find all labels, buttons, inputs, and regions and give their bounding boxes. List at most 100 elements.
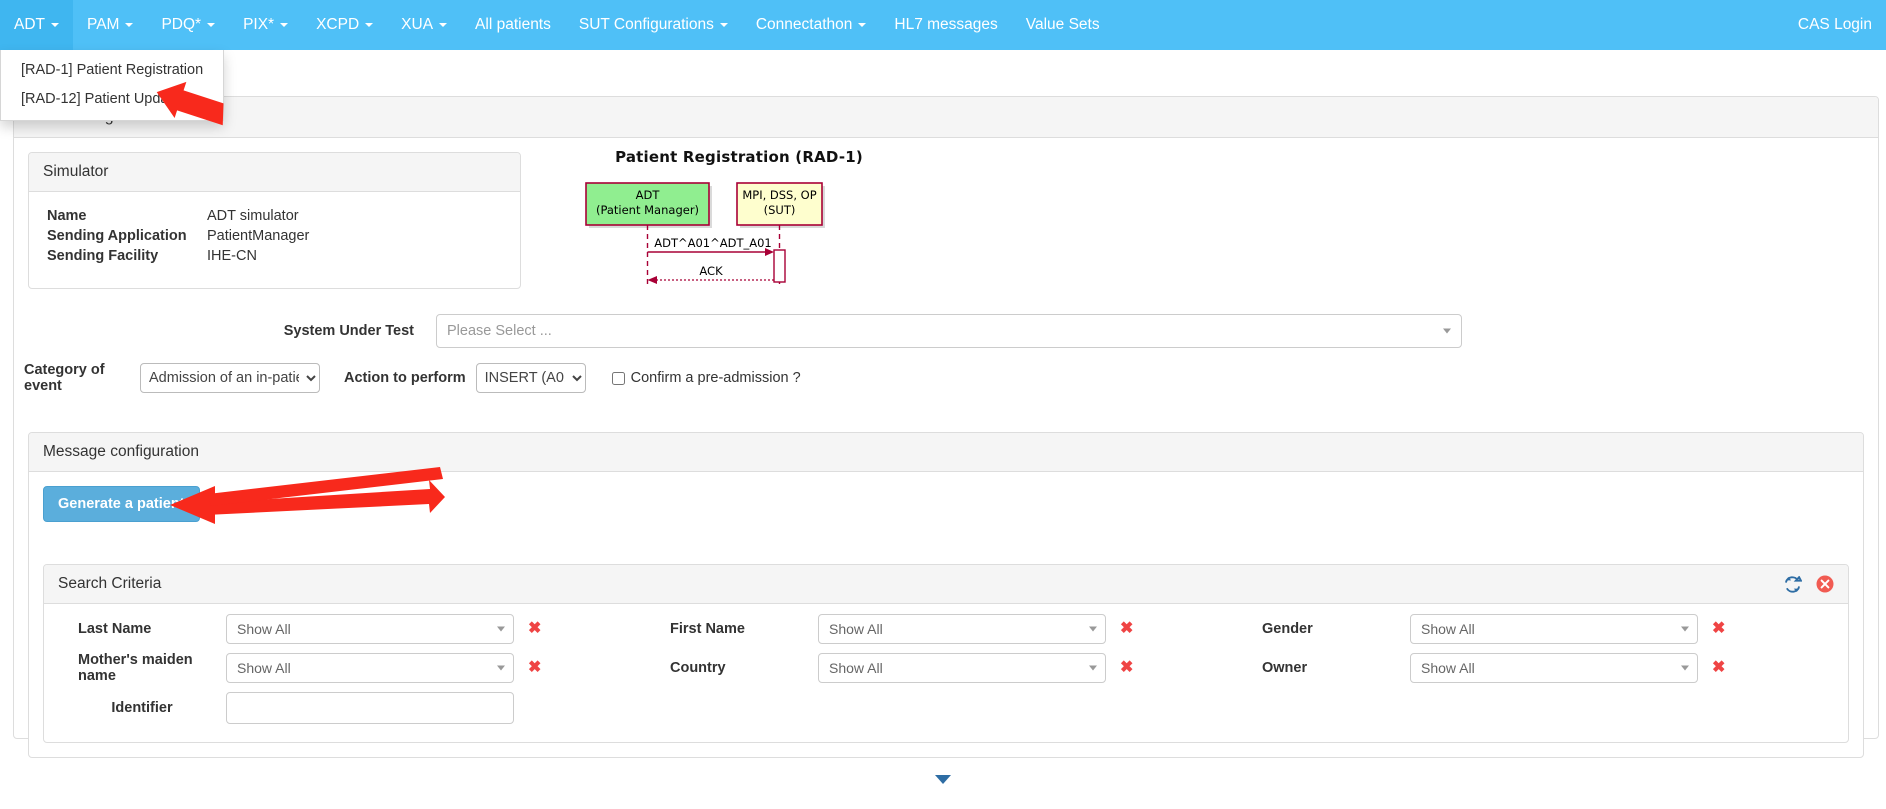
chevron-down-icon: [1089, 626, 1097, 632]
table-row: Sending Facility IHE-CN: [47, 246, 309, 266]
chevron-down-icon: [280, 23, 289, 27]
system-under-test-row: System Under Test Please Select ...: [28, 314, 1864, 348]
nav-item-label: PDQ*: [161, 16, 202, 33]
search-criteria-header-actions: [1783, 575, 1834, 593]
expand-more-label: [941, 785, 945, 797]
search-field-owner: Owner Show All ✖: [1242, 652, 1834, 684]
country-select[interactable]: Show All: [818, 653, 1106, 683]
system-under-test-select[interactable]: Please Select ...: [436, 314, 1462, 348]
expand-more-section[interactable]: [0, 775, 1886, 797]
confirm-pre-admission-checkbox[interactable]: [611, 371, 625, 385]
nav-item-pam[interactable]: PAM: [73, 0, 147, 50]
message-configuration-panel: Message configuration Generate a patient…: [28, 432, 1864, 758]
confirm-pre-admission-text: Confirm a pre-admission ?: [630, 370, 801, 386]
identifier-input[interactable]: [226, 692, 514, 724]
page-title: Patient Registration: [14, 97, 1878, 138]
field-label: First Name: [670, 621, 745, 637]
field-value: Show All: [1421, 621, 1475, 637]
nav-item-adt[interactable]: ADT: [0, 0, 73, 50]
nav-item-hl7-messages[interactable]: HL7 messages: [880, 0, 1011, 50]
nav-item-xua[interactable]: XUA: [387, 0, 461, 50]
mothers-maiden-name-select[interactable]: Show All: [226, 653, 514, 683]
generate-a-patient-button[interactable]: Generate a patient: [43, 486, 200, 522]
field-value: Show All: [829, 621, 883, 637]
search-criteria-panel: Search Criteria Last Name Show All ✖ Fir…: [43, 564, 1849, 743]
chevron-down-icon: [1443, 328, 1451, 334]
nav-item-xcpd[interactable]: XCPD: [302, 0, 387, 50]
search-field-country: Country Show All ✖: [650, 652, 1242, 684]
confirm-pre-admission-label[interactable]: Confirm a pre-admission ?: [611, 370, 801, 386]
category-of-event-select[interactable]: Admission of an in-patient: [140, 363, 320, 393]
nav-item-label: Connectathon: [755, 16, 853, 33]
nav-item-all-patients[interactable]: All patients: [461, 0, 565, 50]
field-label: Identifier: [111, 700, 173, 716]
patient-registration-panel: Patient Registration Simulator Name ADT …: [13, 96, 1879, 758]
chevron-down-icon[interactable]: [935, 775, 951, 784]
chevron-down-icon: [1681, 665, 1689, 671]
chevron-down-icon: [365, 23, 374, 27]
gender-select[interactable]: Show All: [1410, 614, 1698, 644]
dropdown-item-patient-registration[interactable]: [RAD-1] Patient Registration: [1, 56, 223, 85]
clear-last-name-icon[interactable]: ✖: [528, 621, 541, 637]
search-criteria-heading: Search Criteria: [58, 575, 162, 592]
action-to-perform-select[interactable]: INSERT (A01): [475, 363, 586, 393]
clear-gender-icon[interactable]: ✖: [1712, 621, 1725, 637]
field-value: Show All: [237, 621, 291, 637]
nav-item-label: XUA: [401, 16, 434, 33]
nav-item-label: PAM: [87, 16, 120, 33]
chevron-down-icon: [125, 23, 134, 27]
clear-first-name-icon[interactable]: ✖: [1120, 621, 1133, 637]
chevron-down-icon: [719, 23, 728, 27]
chevron-down-icon: [858, 23, 867, 27]
nav-item-label: PIX*: [243, 16, 275, 33]
nav-item-pix[interactable]: PIX*: [229, 0, 302, 50]
field-label: Mother's maiden name: [78, 652, 193, 684]
table-row: Name ADT simulator: [47, 206, 309, 226]
nav-item-connectathon[interactable]: Connectathon: [742, 0, 881, 50]
field-label: Owner: [1262, 660, 1308, 676]
sequence-diagram-svg: ADT (Patient Manager) MPI, DSS, OP (SUT)…: [585, 182, 825, 286]
clear-country-icon[interactable]: ✖: [1120, 660, 1133, 676]
search-field-last-name: Last Name Show All ✖: [58, 614, 650, 644]
cas-login-label: CAS Login: [1797, 16, 1872, 33]
simulator-row-value: IHE-CN: [207, 248, 257, 264]
owner-select[interactable]: Show All: [1410, 653, 1698, 683]
simulator-row-key: Name: [47, 208, 87, 224]
last-name-select[interactable]: Show All: [226, 614, 514, 644]
search-field-gender: Gender Show All ✖: [1242, 614, 1834, 644]
system-under-test-label: System Under Test: [283, 323, 414, 339]
close-icon[interactable]: [1816, 575, 1834, 593]
actor-right-line1: MPI, DSS, OP: [742, 188, 816, 202]
chevron-down-icon: [497, 665, 505, 671]
grid-spacer: [650, 692, 1242, 724]
clear-owner-icon[interactable]: ✖: [1712, 660, 1725, 676]
field-label: Country: [670, 660, 726, 676]
nav-item-sut-configurations[interactable]: SUT Configurations: [565, 0, 742, 50]
cas-login-button[interactable]: CAS Login: [1784, 0, 1886, 50]
search-field-mothers-maiden-name: Mother's maiden name Show All ✖: [58, 652, 650, 684]
simulator-details-table: Name ADT simulator Sending Application P…: [47, 206, 309, 266]
first-name-select[interactable]: Show All: [818, 614, 1106, 644]
category-of-event-label: Category of event: [24, 362, 105, 394]
dropdown-item-patient-update[interactable]: [RAD-12] Patient Update: [1, 85, 223, 114]
system-under-test-value: Please Select ...: [447, 323, 552, 339]
actor-right-line2: (SUT): [764, 203, 796, 217]
clear-mothers-maiden-name-icon[interactable]: ✖: [528, 660, 541, 676]
navbar-right-group: CAS Login: [1784, 0, 1886, 50]
field-label: Gender: [1262, 621, 1313, 637]
nav-item-pdq[interactable]: PDQ*: [147, 0, 229, 50]
actor-left-line2: (Patient Manager): [596, 203, 699, 217]
chevron-down-icon: [439, 23, 448, 27]
nav-item-value-sets[interactable]: Value Sets: [1012, 0, 1114, 50]
chevron-down-icon: [497, 626, 505, 632]
nav-item-label: ADT: [14, 16, 45, 33]
simulator-row-value: ADT simulator: [207, 208, 299, 224]
simulator-row-value: PatientManager: [207, 228, 310, 244]
refresh-icon[interactable]: [1783, 575, 1802, 593]
action-to-perform-label: Action to perform: [344, 370, 466, 386]
message-label-1: ADT^A01^ADT_A01: [654, 236, 772, 250]
message-label-2: ACK: [699, 264, 723, 278]
simulator-row-key: Sending Application: [47, 228, 187, 244]
grid-spacer: [1242, 692, 1834, 724]
sequence-diagram: Patient Registration (RAD-1) ADT (Patien…: [574, 148, 904, 293]
